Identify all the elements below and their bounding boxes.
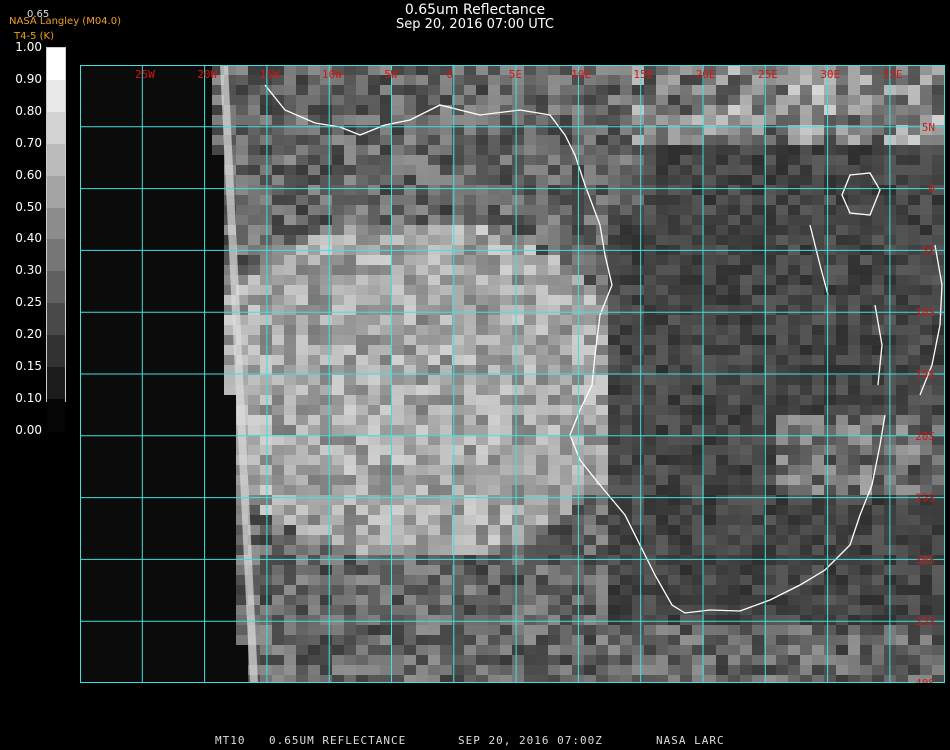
colorbar-segment bbox=[47, 143, 65, 177]
colorbar-tick-label: 0.25 bbox=[15, 295, 42, 310]
latitude-label: 10S bbox=[915, 306, 935, 319]
colorbar-segment bbox=[47, 398, 65, 432]
footer-date: SEP 20, 2016 07:00Z bbox=[458, 734, 603, 747]
colorbar-tick-label: 0.90 bbox=[15, 71, 42, 86]
longitude-label: 5W bbox=[384, 68, 398, 81]
latitude-label: 5N bbox=[922, 121, 935, 134]
colorbar-segment bbox=[47, 239, 65, 273]
map-canvas: 25W 20W 15W 10W 5W 0 5E 10E 15E 20E 25E 30E 35E 5N 0 5S… bbox=[79, 64, 950, 690]
colorbar-segment bbox=[47, 111, 65, 145]
latitude-label: 0 bbox=[928, 183, 935, 196]
footer-band: 0.65UM REFLECTANCE bbox=[269, 734, 407, 747]
colorbar-tick-label: 0.40 bbox=[15, 231, 42, 246]
colorbar-segment bbox=[47, 79, 65, 113]
colorbar-segment bbox=[47, 175, 65, 209]
longitude-label: 25E bbox=[758, 68, 778, 81]
colorbar-segment bbox=[47, 303, 65, 337]
longitude-label: 0 bbox=[447, 68, 454, 81]
longitude-label: 15E bbox=[633, 68, 653, 81]
latitude-label: 40S bbox=[915, 677, 935, 683]
colorbar bbox=[46, 47, 66, 432]
latitude-label: 20S bbox=[915, 430, 935, 443]
satellite-map: 25W 20W 15W 10W 5W 0 5E 10E 15E 20E 25E 30E 35E 5N 0 5S… bbox=[79, 64, 950, 690]
colorbar-tick-label: 0.00 bbox=[15, 422, 42, 437]
longitude-label: 20E bbox=[696, 68, 716, 81]
latitude-label: 15S bbox=[915, 368, 935, 381]
colorbar-segment bbox=[47, 271, 65, 305]
image-datetime: Sep 20, 2016 07:00 UTC bbox=[395, 17, 555, 32]
latitude-label: 25S bbox=[915, 492, 935, 505]
footer-product: MT10 bbox=[215, 734, 246, 747]
image-title: 0.65um Reflectance bbox=[404, 2, 546, 18]
colorbar-tick-label: 0.50 bbox=[15, 199, 42, 214]
footer-source: NASA LARC bbox=[656, 734, 725, 747]
colorbar-tick-label: 0.70 bbox=[15, 135, 42, 150]
latitude-label: 5S bbox=[922, 244, 935, 257]
longitude-label: 30E bbox=[820, 68, 840, 81]
colorbar-tick-label: 0.80 bbox=[15, 103, 42, 118]
longitude-label: 35E bbox=[883, 68, 903, 81]
longitude-label: 10E bbox=[571, 68, 591, 81]
colorbar-tick-label: 0.30 bbox=[15, 263, 42, 278]
colorbar-tick-label: 0.15 bbox=[15, 359, 42, 373]
producer-label: NASA Langley (M04.0) bbox=[9, 16, 121, 27]
latitude-label: 30S bbox=[915, 553, 935, 566]
colorbar-tick-label: 0.60 bbox=[15, 167, 42, 182]
latitude-label: 35S bbox=[915, 615, 935, 628]
longitude-label: 15W bbox=[260, 68, 280, 81]
colorbar-segment bbox=[47, 335, 65, 368]
longitude-label: 10W bbox=[322, 68, 342, 81]
colorbar-segment bbox=[47, 367, 65, 400]
longitude-label: 5E bbox=[509, 68, 522, 81]
colorbar-segment bbox=[47, 48, 65, 81]
longitude-label: 25W bbox=[135, 68, 155, 81]
colorbar-tick-label: 0.20 bbox=[15, 327, 42, 342]
longitude-label: 20W bbox=[197, 68, 217, 81]
colorbar-tick-label: 1.00 bbox=[15, 40, 42, 54]
colorbar-tick-label: 0.10 bbox=[15, 390, 42, 405]
colorbar-segment bbox=[47, 207, 65, 241]
